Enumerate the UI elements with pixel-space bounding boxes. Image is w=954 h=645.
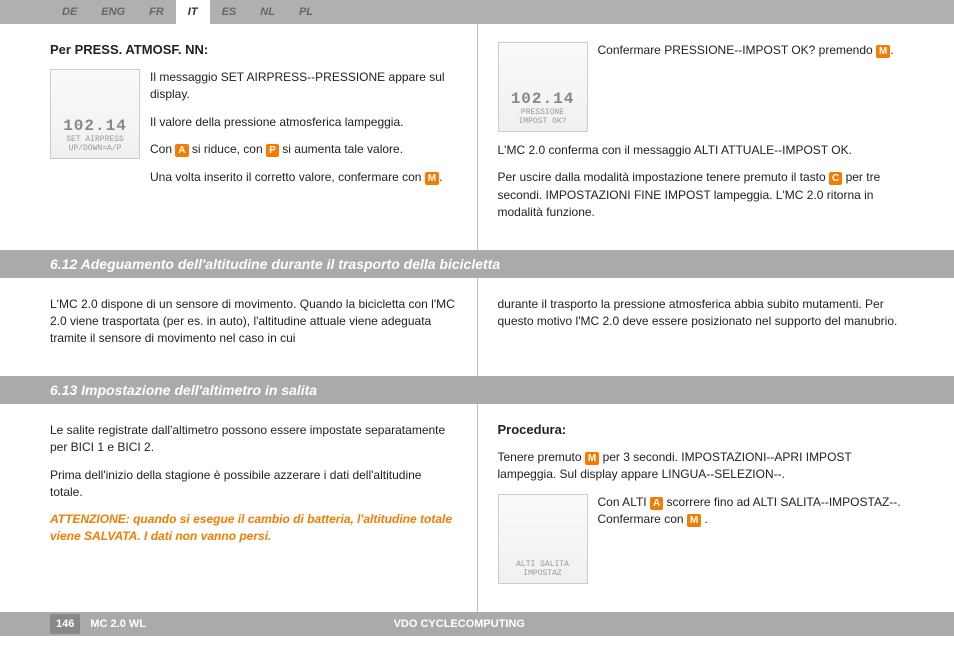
body-text: L'MC 2.0 dispone di un sensore di movime… bbox=[50, 296, 457, 348]
language-tabs: DE ENG FR IT ES NL PL bbox=[0, 0, 954, 24]
body-text: durante il trasporto la pressione atmosf… bbox=[498, 296, 905, 331]
key-m-icon: M bbox=[687, 514, 701, 527]
subheading-procedura: Procedura: bbox=[498, 422, 905, 437]
lang-tab-it[interactable]: IT bbox=[176, 0, 210, 24]
body-text: Il messaggio SET AIRPRESS--PRESSIONE app… bbox=[150, 69, 457, 196]
body-text: Le salite registrate dall'altimetro poss… bbox=[50, 422, 457, 545]
body-text: L'MC 2.0 conferma con il messaggio ALTI … bbox=[498, 142, 905, 222]
body-text: Tenere premuto M per 3 secondi. IMPOSTAZ… bbox=[498, 449, 905, 484]
section-heading-612: 6.12 Adeguamento dell'altitudine durante… bbox=[0, 250, 954, 278]
lang-tab-es[interactable]: ES bbox=[210, 0, 249, 24]
lang-tab-fr[interactable]: FR bbox=[137, 0, 176, 24]
key-a-icon: A bbox=[650, 497, 663, 510]
footer-model: MC 2.0 WL bbox=[90, 618, 146, 630]
key-a-icon: A bbox=[175, 144, 188, 157]
page-number: 146 bbox=[50, 614, 80, 634]
section-heading-613: 6.13 Impostazione dell'altimetro in sali… bbox=[0, 376, 954, 404]
subheading-press-atmosf: Per PRESS. ATMOSF. NN: bbox=[50, 42, 457, 57]
lcd-screenshot-alti-salita: ALTI SALITA IMPOSTAZ bbox=[498, 494, 588, 584]
body-text: Confermare PRESSIONE--IMPOST OK? premend… bbox=[598, 42, 894, 132]
warning-text: ATTENZIONE: quando si esegue il cambio d… bbox=[50, 511, 457, 545]
lang-tab-pl[interactable]: PL bbox=[287, 0, 325, 24]
key-c-icon: C bbox=[829, 172, 842, 185]
key-m-icon: M bbox=[876, 45, 890, 58]
key-m-icon: M bbox=[585, 452, 599, 465]
page-footer: 146 MC 2.0 WL VDO CYCLECOMPUTING bbox=[0, 612, 954, 636]
footer-brand: VDO CYCLECOMPUTING bbox=[394, 618, 525, 630]
key-m-icon: M bbox=[425, 172, 439, 185]
key-p-icon: P bbox=[266, 144, 279, 157]
lcd-screenshot-pressione: 102.14 PRESSIONE IMPOST OK? bbox=[498, 42, 588, 132]
lang-tab-de[interactable]: DE bbox=[50, 0, 89, 24]
lcd-screenshot-airpress: 102.14 SET AIRPRESS UP/DOWN=A/P bbox=[50, 69, 140, 159]
lang-tab-nl[interactable]: NL bbox=[248, 0, 287, 24]
lang-tab-eng[interactable]: ENG bbox=[89, 0, 137, 24]
body-text: Con ALTI A scorrere fino ad ALTI SALITA-… bbox=[598, 494, 905, 584]
